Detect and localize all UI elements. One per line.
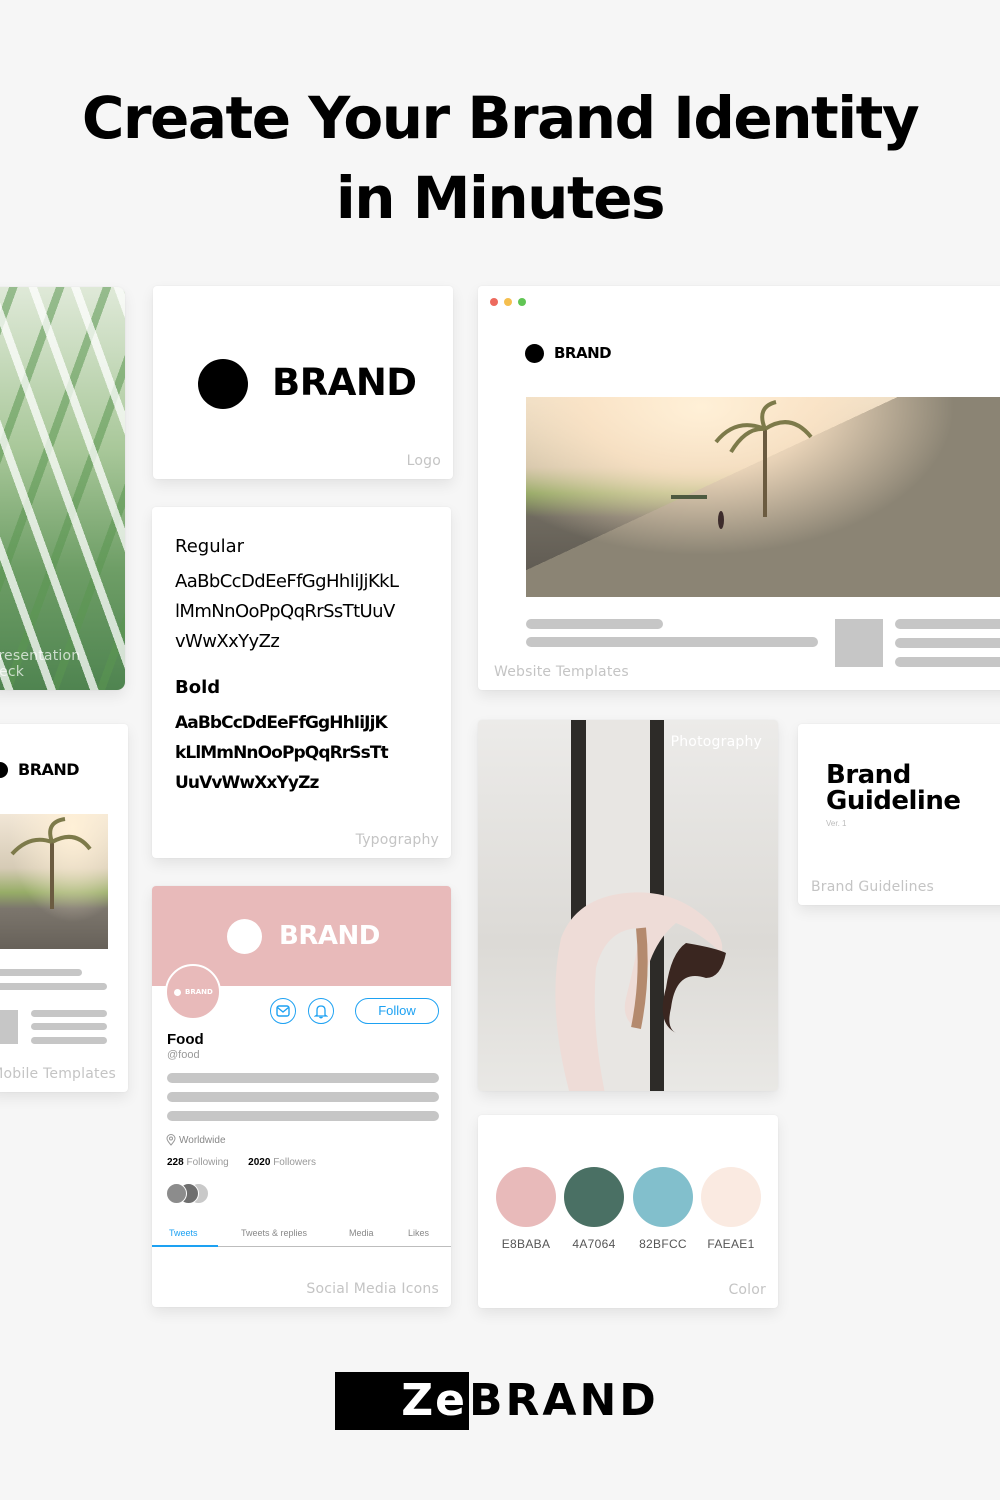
follow-button[interactable]: Follow — [355, 998, 439, 1024]
guideline-title: Brand Guideline — [826, 760, 961, 816]
yoga-photo — [555, 892, 726, 1091]
regular-sample-line: vWwXxYyZz — [175, 631, 280, 652]
tab-tweets[interactable]: Tweets — [169, 1228, 198, 1238]
message-button[interactable] — [270, 998, 296, 1024]
profile-handle: @food — [167, 1049, 200, 1061]
window-maximize-icon — [518, 298, 526, 306]
brand-dot-icon — [198, 359, 248, 409]
card-label: Website Templates — [494, 664, 629, 680]
brand-wordmark: BRAND — [18, 760, 80, 779]
tab-tweets-replies[interactable]: Tweets & replies — [241, 1228, 307, 1238]
placeholder-line — [895, 657, 1000, 667]
logo-card[interactable]: BRAND Logo — [153, 286, 453, 479]
placeholder-line — [31, 1023, 107, 1030]
window-close-icon — [490, 298, 498, 306]
color-swatch[interactable] — [496, 1167, 556, 1227]
logo-part-brand: BRAND — [469, 1375, 659, 1426]
card-label: Presentation deck — [0, 648, 81, 680]
window-minimize-icon — [504, 298, 512, 306]
profile-location: Worldwide — [166, 1134, 226, 1146]
mail-icon — [276, 1005, 290, 1017]
placeholder-line — [0, 983, 107, 990]
placeholder-line — [31, 1010, 107, 1017]
followers-count: 2020 — [248, 1157, 271, 1168]
brand-wordmark: BRAND — [279, 921, 380, 951]
location-text: Worldwide — [179, 1134, 226, 1146]
bold-sample-line: kLlMmNnOoPpQqRrSsTt — [175, 743, 389, 763]
active-tab-indicator — [152, 1245, 218, 1247]
placeholder-image — [0, 1010, 18, 1044]
card-label: Mobile Templates — [0, 1066, 116, 1082]
regular-sample-line: AaBbCcDdEeFfGgHhIiJjKkL — [175, 571, 399, 592]
brand-wordmark: BRAND — [272, 361, 417, 404]
card-label: Logo — [406, 453, 441, 469]
brand-guidelines-card[interactable]: Brand Guideline Ver. 1 Brand Guidelines — [798, 724, 1000, 905]
bold-sample-line: UuVvWwXxYyZz — [175, 773, 319, 793]
logo-part-ze: Ze — [335, 1372, 469, 1430]
profile-tabs: Tweets Tweets & replies Media Likes — [152, 1228, 451, 1247]
placeholder-line — [526, 619, 663, 629]
palm-tree-icon — [671, 400, 813, 529]
color-swatch[interactable] — [701, 1167, 761, 1227]
card-label: Social Media Icons — [306, 1281, 439, 1297]
placeholder-line — [31, 1037, 107, 1044]
card-label: Color — [728, 1282, 766, 1298]
guideline-title-line: Brand — [826, 760, 911, 790]
profile-stats: 228 Following 2020 Followers — [167, 1157, 316, 1168]
card-label: Typography — [355, 832, 439, 848]
placeholder-line — [895, 638, 1000, 648]
bold-sample-line: AaBbCcDdEeFfGgHhIiJjK — [175, 713, 388, 733]
brand-dot-icon — [525, 344, 544, 363]
placeholder-line — [167, 1092, 439, 1102]
brand-dot-icon — [0, 762, 8, 778]
typography-card[interactable]: Regular AaBbCcDdEeFfGgHhIiJjKkL lMmNnOoP… — [152, 507, 451, 858]
guideline-title-line: Guideline — [826, 786, 961, 816]
follower-avatar — [166, 1183, 187, 1204]
color-hex-label: FAEAE1 — [707, 1237, 755, 1251]
regular-heading: Regular — [175, 536, 245, 557]
color-hex-label: 4A7064 — [572, 1237, 616, 1251]
following-label[interactable]: Following — [186, 1157, 228, 1168]
headline-line-1: Create Your Brand Identity — [81, 84, 920, 152]
avatar-brand-text: BRAND — [185, 988, 213, 996]
headline-line-2: in Minutes — [335, 164, 666, 232]
color-palette-card[interactable]: E8BABA 4A7064 82BFCC FAEAE1 Color — [478, 1115, 778, 1308]
color-swatch[interactable] — [633, 1167, 693, 1227]
social-media-card[interactable]: BRAND BRAND Follow Food @food Worldwide … — [152, 886, 451, 1307]
color-swatch[interactable] — [564, 1167, 624, 1227]
brand-dot-icon — [227, 919, 262, 954]
followers-label[interactable]: Followers — [273, 1157, 316, 1168]
notifications-button[interactable] — [308, 998, 334, 1024]
mobile-template-card[interactable]: BRAND Mobile Templates — [0, 724, 128, 1092]
following-count: 228 — [167, 1157, 184, 1168]
photography-card[interactable]: Photography — [478, 720, 778, 1091]
presentation-deck-card[interactable]: Presentation deck — [0, 287, 125, 690]
page-headline: Create Your Brand Identity in Minutes — [0, 78, 1000, 238]
tab-likes[interactable]: Likes — [408, 1228, 429, 1238]
guideline-version: Ver. 1 — [826, 819, 847, 828]
placeholder-line — [895, 619, 1000, 629]
card-label: Brand Guidelines — [811, 879, 935, 895]
zebrand-logo[interactable]: Ze BRAND — [335, 1372, 659, 1430]
brand-wordmark: BRAND — [554, 344, 612, 362]
placeholder-line — [526, 637, 818, 647]
placeholder-line — [167, 1073, 439, 1083]
bell-icon — [314, 1004, 328, 1018]
card-label: Photography — [670, 734, 762, 750]
regular-sample-line: lMmNnOoPpQqRrSsTtUuV — [175, 601, 395, 622]
tab-media[interactable]: Media — [349, 1228, 374, 1238]
placeholder-line — [0, 969, 82, 976]
profile-name: Food — [167, 1031, 204, 1048]
placeholder-line — [167, 1111, 439, 1121]
brand-dot-icon — [174, 989, 181, 996]
placeholder-image — [835, 619, 883, 667]
location-pin-icon — [166, 1134, 176, 1146]
hero-photo — [526, 397, 1000, 597]
avatar[interactable]: BRAND — [165, 964, 221, 1020]
mobile-hero-photo — [0, 814, 108, 949]
website-template-card[interactable]: BRAND Website Templates — [478, 286, 1000, 690]
bold-heading: Bold — [175, 677, 221, 698]
palm-tree-icon — [10, 817, 92, 909]
